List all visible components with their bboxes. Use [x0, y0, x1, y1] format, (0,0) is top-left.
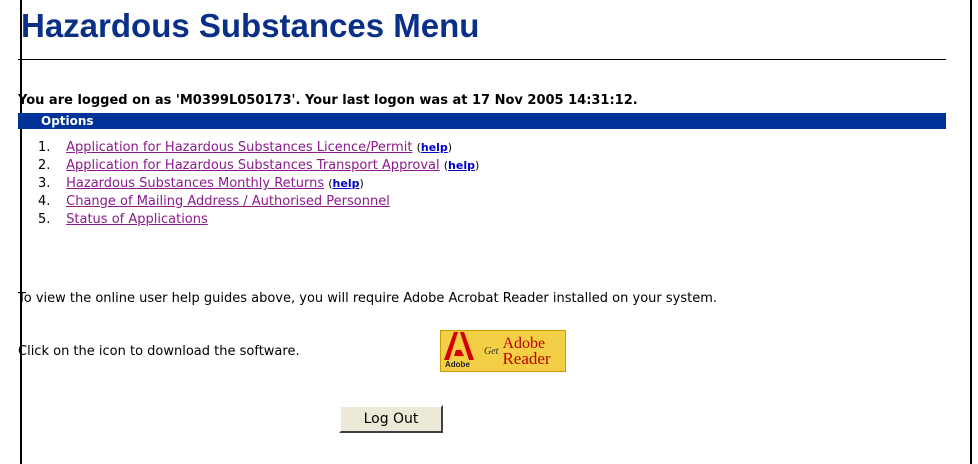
option-number: 2. — [38, 158, 51, 173]
logout-button[interactable]: Log Out — [339, 405, 443, 433]
licence-permit-help-link[interactable]: help — [421, 141, 448, 154]
adobe-get-label: Get — [484, 345, 499, 357]
title-divider — [18, 59, 946, 60]
page-title: Hazardous Substances Menu — [21, 7, 480, 44]
option-item-monthly-returns: 3. Hazardous Substances Monthly Returns … — [38, 175, 479, 193]
help-link-wrapper: (help) — [443, 159, 480, 172]
reader-requirement-text: To view the online user help guides abov… — [18, 291, 717, 306]
option-item-status: 5. Status of Applications — [38, 211, 479, 229]
monthly-returns-help-link[interactable]: help — [333, 177, 360, 190]
option-number: 3. — [38, 176, 51, 191]
option-number: 1. — [38, 140, 51, 155]
monthly-returns-link[interactable]: Hazardous Substances Monthly Returns — [66, 176, 324, 191]
option-item-licence-permit: 1. Application for Hazardous Substances … — [38, 139, 479, 157]
get-adobe-reader-badge[interactable]: Adobe Get Adobe Reader — [440, 330, 566, 372]
transport-approval-help-link[interactable]: help — [448, 159, 475, 172]
options-header: Options — [18, 113, 946, 129]
help-link-wrapper: (help) — [328, 177, 364, 190]
option-item-change-address: 4. Change of Mailing Address / Authorise… — [38, 193, 479, 211]
application-status-link[interactable]: Status of Applications — [66, 212, 208, 227]
adobe-logo-caption: Adobe — [445, 360, 470, 369]
option-item-transport-approval: 2. Application for Hazardous Substances … — [38, 157, 479, 175]
options-menu: 1. Application for Hazardous Substances … — [38, 139, 479, 229]
help-link-wrapper: (help) — [416, 141, 453, 154]
adobe-reader-icon: Adobe — [444, 332, 478, 370]
option-number: 4. — [38, 194, 51, 209]
page-frame — [20, 0, 972, 464]
adobe-wordmark-line2: Reader — [502, 349, 551, 368]
adobe-reader-wordmark: Adobe Reader — [502, 336, 551, 368]
transport-approval-application-link[interactable]: Application for Hazardous Substances Tra… — [66, 158, 439, 173]
change-mailing-address-link[interactable]: Change of Mailing Address / Authorised P… — [66, 194, 390, 209]
download-prompt-text: Click on the icon to download the softwa… — [18, 344, 300, 359]
option-number: 5. — [38, 212, 51, 227]
logon-status-message: You are logged on as 'M0399L050173'. You… — [18, 93, 638, 108]
licence-permit-application-link[interactable]: Application for Hazardous Substances Lic… — [66, 140, 412, 155]
